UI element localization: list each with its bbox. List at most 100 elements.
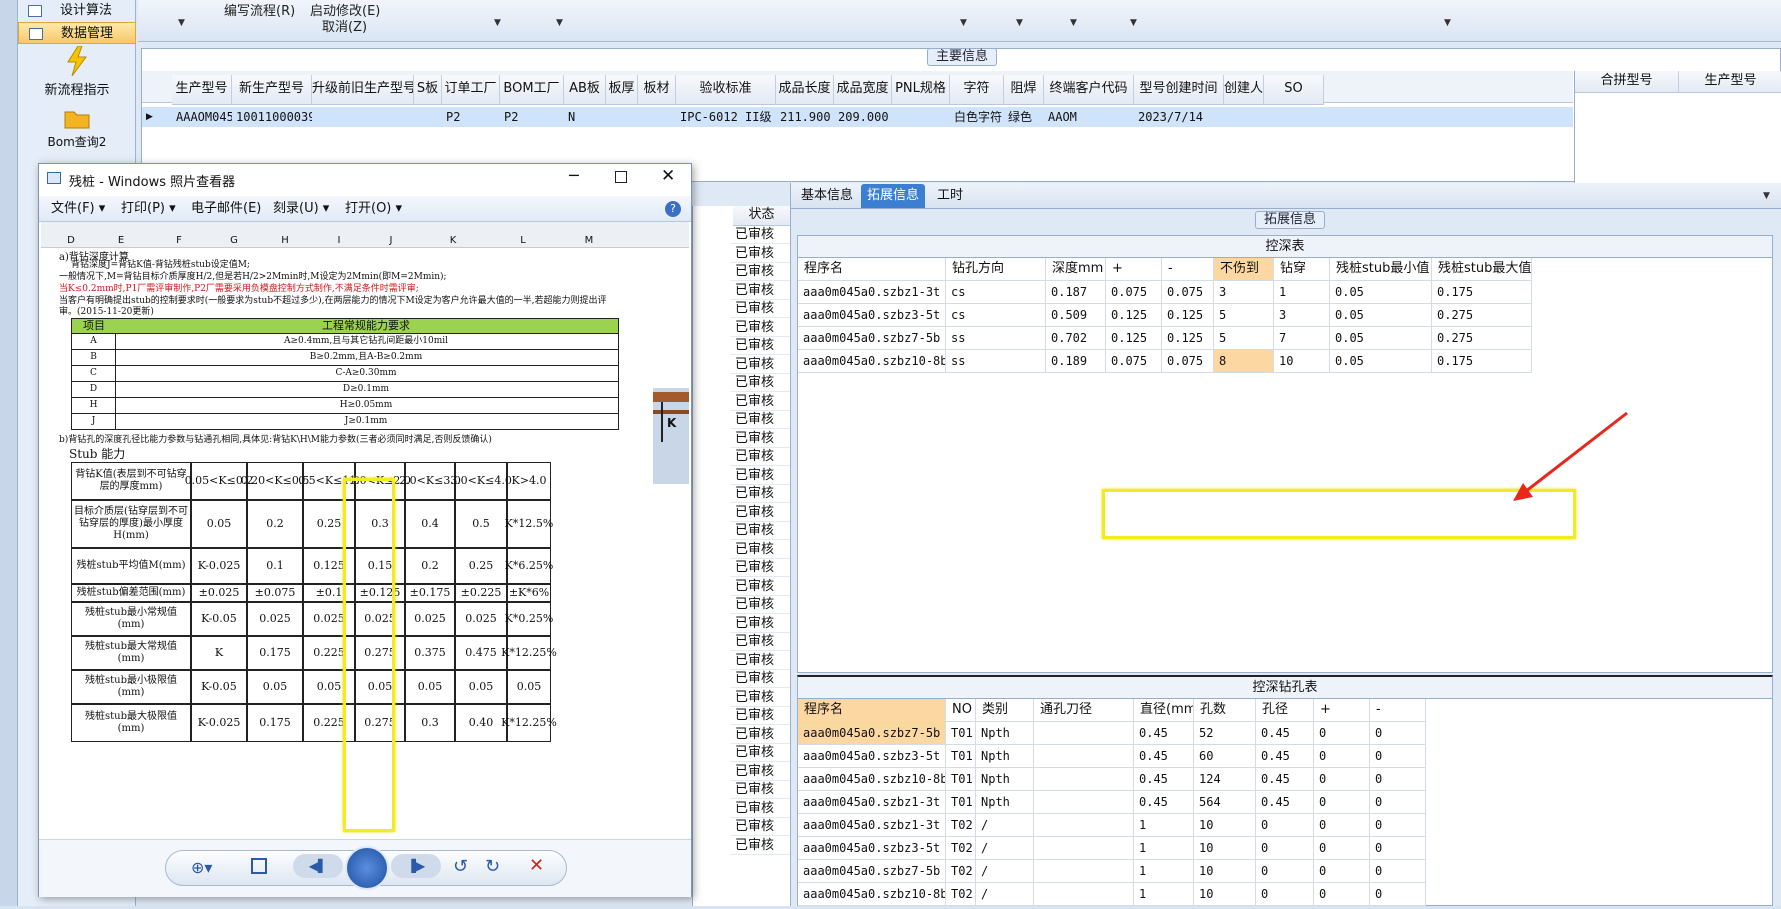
table-cell[interactable]: 0 bbox=[1314, 768, 1370, 791]
column-header[interactable]: 新生产型号 bbox=[232, 75, 312, 105]
table-cell[interactable]: 0 bbox=[1256, 814, 1314, 837]
table-cell[interactable]: 0 bbox=[1314, 745, 1370, 768]
table-cell[interactable]: 1 bbox=[1134, 814, 1194, 837]
table-cell[interactable]: 0.45 bbox=[1256, 768, 1314, 791]
table-cell[interactable]: Npth bbox=[976, 791, 1034, 814]
table-cell[interactable]: 0 bbox=[1256, 837, 1314, 860]
rotate-right-icon[interactable]: ↻ bbox=[485, 856, 500, 877]
column-header[interactable]: 程序名 bbox=[798, 258, 946, 281]
column-header[interactable]: S板 bbox=[414, 75, 442, 105]
table-cell[interactable]: / bbox=[976, 860, 1034, 883]
delete-icon[interactable]: ✕ bbox=[529, 855, 544, 876]
table-cell[interactable]: 0 bbox=[1370, 722, 1426, 745]
tab-basic-info[interactable]: 基本信息 bbox=[795, 184, 859, 208]
fit-window-icon[interactable] bbox=[251, 858, 267, 874]
table-cell[interactable]: 0 bbox=[1256, 883, 1314, 906]
column-header[interactable]: 验收标准 bbox=[676, 75, 776, 105]
status-header[interactable]: 状态 bbox=[733, 206, 791, 226]
table-cell[interactable]: 0.075 bbox=[1106, 281, 1162, 304]
menu-cancel[interactable]: 取消(Z) bbox=[322, 16, 367, 35]
chevron-down-icon[interactable]: ▼ bbox=[494, 18, 501, 28]
table-cell[interactable]: 0 bbox=[1370, 814, 1426, 837]
tab-extended-info[interactable]: 拓展信息 bbox=[861, 184, 926, 208]
table-cell[interactable]: 0.509 bbox=[1046, 304, 1106, 327]
table-cell[interactable]: 0.05 bbox=[1330, 304, 1432, 327]
column-header[interactable]: 直径(mm) bbox=[1134, 699, 1194, 722]
table-cell[interactable]: T01 bbox=[946, 745, 976, 768]
table-cell[interactable] bbox=[1034, 722, 1134, 745]
column-header[interactable]: 残桩stub最小值 bbox=[1330, 258, 1432, 281]
table-cell[interactable]: / bbox=[976, 837, 1034, 860]
table-cell[interactable]: 1 bbox=[1134, 883, 1194, 906]
table-cell[interactable]: 0 bbox=[1314, 722, 1370, 745]
table-cell[interactable] bbox=[1034, 883, 1134, 906]
table-cell[interactable]: 0.075 bbox=[1106, 350, 1162, 373]
table-cell[interactable]: 0.275 bbox=[1432, 304, 1532, 327]
column-header[interactable]: 阻焊 bbox=[1004, 75, 1044, 105]
chevron-down-icon[interactable]: ▼ bbox=[1070, 18, 1077, 28]
close-icon[interactable]: ✕ bbox=[661, 166, 675, 186]
table-cell[interactable]: 0 bbox=[1370, 768, 1426, 791]
column-header[interactable]: 钻穿 bbox=[1274, 258, 1330, 281]
table-cell[interactable]: 0.125 bbox=[1162, 304, 1214, 327]
table-cell[interactable]: 0 bbox=[1314, 860, 1370, 883]
column-header[interactable]: 残桩stub最大值 bbox=[1432, 258, 1532, 281]
table-cell[interactable]: 0.175 bbox=[1432, 350, 1532, 373]
table-cell[interactable]: T02 bbox=[946, 814, 976, 837]
table-cell[interactable]: 0.45 bbox=[1134, 768, 1194, 791]
column-header[interactable]: 升级前旧生产型号 bbox=[312, 75, 414, 105]
table-cell[interactable]: 0.175 bbox=[1432, 281, 1532, 304]
table-cell[interactable] bbox=[1034, 860, 1134, 883]
table-cell[interactable]: cs bbox=[946, 304, 1046, 327]
table-cell[interactable]: Npth bbox=[976, 768, 1034, 791]
menu-write-flow[interactable]: 编写流程(R) bbox=[224, 0, 295, 19]
column-header[interactable]: AB板 bbox=[564, 75, 606, 105]
column-header[interactable]: 孔径 bbox=[1256, 699, 1314, 722]
chevron-down-icon[interactable]: ▼ bbox=[1763, 191, 1770, 201]
table-cell[interactable]: 0.45 bbox=[1134, 791, 1194, 814]
table-cell[interactable]: aaa0m045a0.szbz7-5b bbox=[798, 860, 946, 883]
next-icon[interactable]: ▐▶ bbox=[391, 854, 441, 878]
table-cell[interactable]: 0.45 bbox=[1256, 791, 1314, 814]
table-cell[interactable]: 564 bbox=[1194, 791, 1256, 814]
table-cell[interactable]: 8 bbox=[1214, 350, 1274, 373]
table-cell[interactable]: 52 bbox=[1194, 722, 1256, 745]
table-cell[interactable]: 10 bbox=[1194, 837, 1256, 860]
table-cell[interactable]: 0.45 bbox=[1134, 745, 1194, 768]
table-cell[interactable]: ss bbox=[946, 350, 1046, 373]
table-cell[interactable]: 10 bbox=[1194, 814, 1256, 837]
column-header[interactable]: 板材 bbox=[638, 75, 676, 105]
table-cell[interactable]: 0.45 bbox=[1256, 745, 1314, 768]
table-cell[interactable]: 0.05 bbox=[1330, 327, 1432, 350]
table-cell[interactable] bbox=[1034, 791, 1134, 814]
tab-work-hours[interactable]: 工时 bbox=[931, 184, 969, 208]
table-row[interactable]: ▶ AAAOM045AO 10011000039745 P2 P2 N IPC-6012 I… bbox=[142, 107, 1573, 127]
table-cell[interactable]: 5 bbox=[1214, 304, 1274, 327]
production-model-header[interactable]: 生产型号 bbox=[1679, 71, 1781, 93]
table-cell[interactable] bbox=[1034, 837, 1134, 860]
table-cell[interactable]: 0.45 bbox=[1134, 722, 1194, 745]
table-cell[interactable]: / bbox=[976, 883, 1034, 906]
table-cell[interactable]: 0.187 bbox=[1046, 281, 1106, 304]
menu-email[interactable]: 电子邮件(E) bbox=[191, 196, 261, 222]
table-cell[interactable]: 10 bbox=[1274, 350, 1330, 373]
table-cell[interactable] bbox=[1034, 745, 1134, 768]
slideshow-button[interactable] bbox=[345, 846, 389, 890]
nav-item-bom-query[interactable]: Bom查询2 bbox=[18, 106, 136, 154]
table-cell[interactable]: 0 bbox=[1370, 837, 1426, 860]
table-cell[interactable]: cs bbox=[946, 281, 1046, 304]
table-cell[interactable]: 1 bbox=[1274, 281, 1330, 304]
chevron-down-icon[interactable]: ▼ bbox=[1130, 18, 1137, 28]
previous-icon[interactable]: ◀▌ bbox=[293, 854, 343, 878]
chevron-down-icon[interactable]: ▼ bbox=[1444, 18, 1451, 28]
table-cell[interactable]: 0.189 bbox=[1046, 350, 1106, 373]
table-cell[interactable]: aaa0m045a0.szbz10-8b bbox=[798, 883, 946, 906]
table-cell[interactable]: 3 bbox=[1274, 304, 1330, 327]
help-icon[interactable]: ? bbox=[665, 201, 681, 217]
column-header[interactable]: 成品长度 bbox=[776, 75, 834, 105]
menu-burn[interactable]: 刻录(U) ▾ bbox=[273, 196, 329, 222]
nav-item-new-flow[interactable]: 新流程指示 bbox=[18, 45, 136, 98]
column-header[interactable]: 订单工厂 bbox=[442, 75, 500, 105]
column-header[interactable]: PNL规格 bbox=[892, 75, 950, 105]
column-header[interactable]: + bbox=[1106, 258, 1162, 281]
